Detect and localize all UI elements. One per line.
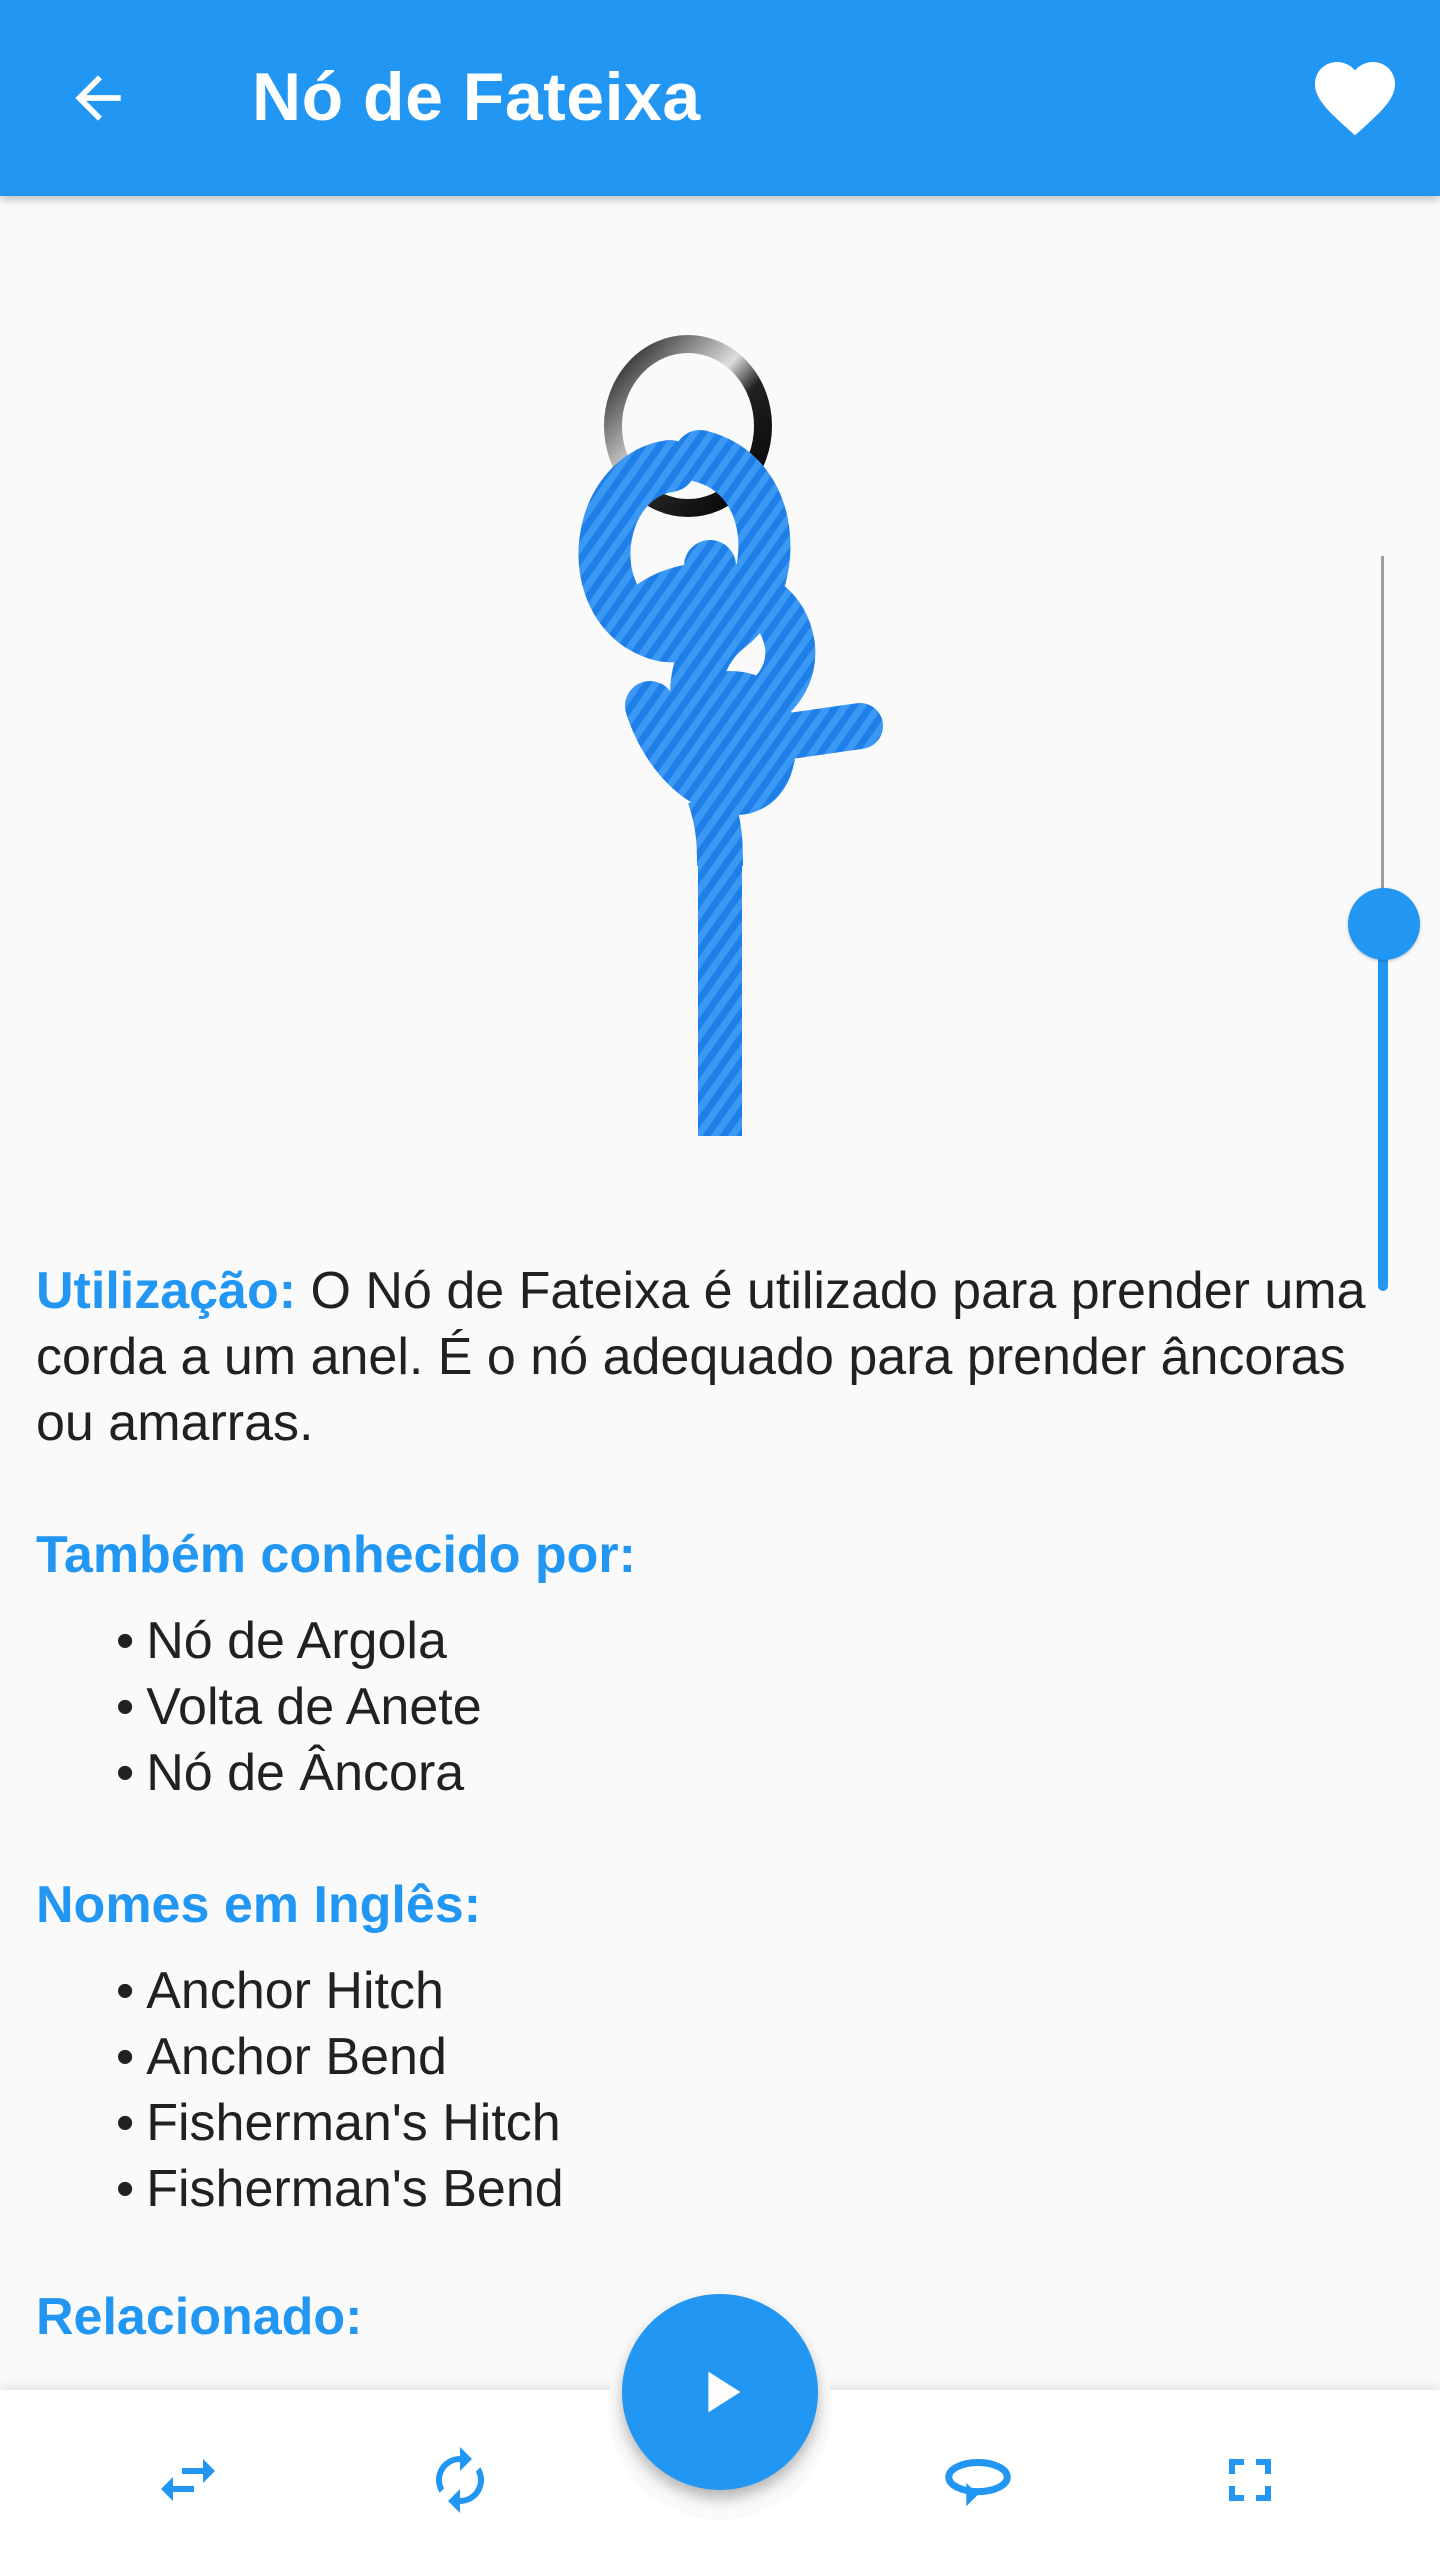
favorite-button[interactable]	[1300, 48, 1410, 148]
rotate-button[interactable]	[410, 2430, 510, 2530]
also-known-heading: Também conhecido por:	[36, 1526, 636, 1584]
app-bar: Nó de Fateixa	[0, 0, 1440, 196]
knot-animation-area[interactable]	[0, 196, 1440, 1291]
page-title: Nó de Fateixa	[252, 59, 701, 135]
slider-track-active	[1378, 924, 1388, 1291]
list-item: Anchor Hitch	[116, 1958, 1406, 2024]
loop-button[interactable]	[928, 2430, 1028, 2530]
list-item: Nó de Âncora	[116, 1740, 1406, 1806]
animation-speed-slider[interactable]	[1338, 556, 1428, 1296]
list-item: Fisherman's Hitch	[116, 2090, 1406, 2156]
swap-horizontal-icon	[161, 2459, 215, 2501]
list-item: Nó de Argola	[116, 1608, 1406, 1674]
flip-button[interactable]	[138, 2430, 238, 2530]
knot-illustration	[578, 335, 883, 1136]
play-button[interactable]	[622, 2294, 818, 2490]
fullscreen-icon	[1229, 2459, 1271, 2501]
also-known-list: Nó de Argola Volta de Anete Nó de Âncora	[116, 1608, 1406, 1806]
english-names-heading: Nomes em Inglês:	[36, 1876, 482, 1934]
english-names-list: Anchor Hitch Anchor Bend Fisherman's Hit…	[116, 1958, 1406, 2222]
play-icon	[708, 2371, 741, 2413]
usage-label: Utilização:	[36, 1262, 297, 1320]
list-item: Fisherman's Bend	[116, 2156, 1406, 2222]
knot-description: Utilização: O Nó de Fateixa é utilizado …	[36, 1258, 1406, 2350]
heart-icon	[1315, 62, 1395, 136]
list-item: Anchor Bend	[116, 2024, 1406, 2090]
back-button[interactable]	[48, 48, 148, 148]
slider-track-inactive	[1381, 556, 1384, 924]
arrow-back-icon	[75, 75, 121, 121]
rotate-icon	[436, 2447, 484, 2513]
fullscreen-button[interactable]	[1200, 2430, 1300, 2530]
usage-paragraph: Utilização: O Nó de Fateixa é utilizado …	[36, 1258, 1406, 1456]
list-item: Volta de Anete	[116, 1674, 1406, 1740]
loop-rotate-icon	[945, 2458, 1011, 2507]
slider-thumb[interactable]	[1348, 888, 1420, 960]
